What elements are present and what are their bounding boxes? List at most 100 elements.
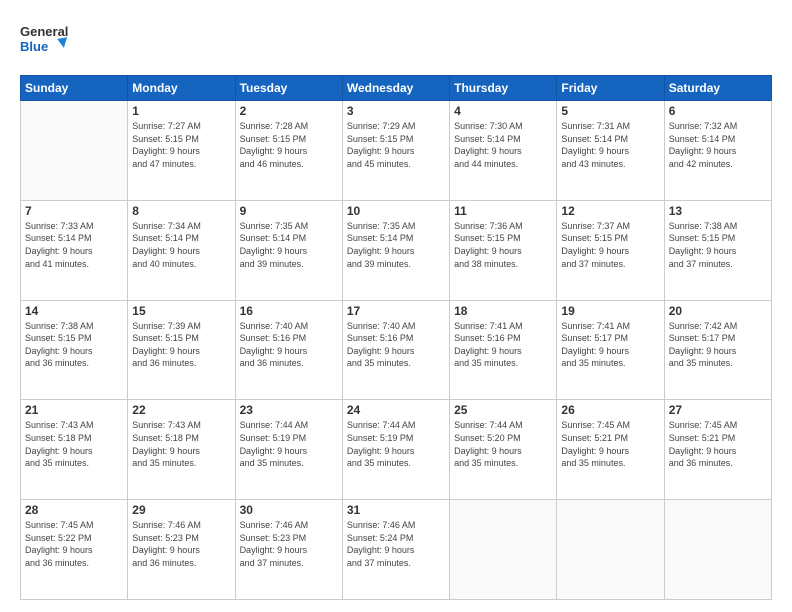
day-info: Sunrise: 7:44 AM Sunset: 5:20 PM Dayligh… (454, 419, 552, 469)
calendar-cell: 18Sunrise: 7:41 AM Sunset: 5:16 PM Dayli… (450, 300, 557, 400)
calendar-cell: 6 Sunrise: 7:32 AM Sunset: 5:14 PM Daylig… (664, 101, 771, 201)
calendar-cell: 22 Sunrise: 7:43 AM Sunset: 5:18 PM Dayli… (128, 400, 235, 500)
page: General Blue SundayMondayTuesdayWednesda… (0, 0, 792, 612)
calendar-cell: 25 Sunrise: 7:44 AM Sunset: 5:20 PM Dayli… (450, 400, 557, 500)
day-info: Sunrise: 7:46 AM Sunset: 5:23 PM Dayligh… (132, 519, 230, 569)
day-info: Sunrise: 7:37 AM Sunset: 5:15 PM Dayligh… (561, 220, 659, 270)
calendar-cell (21, 101, 128, 201)
day-info: Sunrise: 7:41 AM Sunset: 5:16 PM Dayligh… (454, 320, 552, 370)
day-info: Sunrise: 7:40 AM Sunset: 5:16 PM Dayligh… (240, 320, 338, 370)
day-number: 30 (240, 503, 338, 517)
day-number: 9 (240, 204, 338, 218)
calendar-cell: 10 Sunrise: 7:35 AM Sunset: 5:14 PM Dayli… (342, 200, 449, 300)
day-number: 2 (240, 104, 338, 118)
day-number: 24 (347, 403, 445, 417)
calendar-cell: 12Sunrise: 7:37 AM Sunset: 5:15 PM Dayli… (557, 200, 664, 300)
day-info: Sunrise: 7:28 AM Sunset: 5:15 PM Dayligh… (240, 120, 338, 170)
day-number: 22 (132, 403, 230, 417)
calendar-cell: 9 Sunrise: 7:35 AM Sunset: 5:14 PM Daylig… (235, 200, 342, 300)
weekday-header: Wednesday (342, 76, 449, 101)
day-info: Sunrise: 7:35 AM Sunset: 5:14 PM Dayligh… (347, 220, 445, 270)
calendar-cell: 14 Sunrise: 7:38 AM Sunset: 5:15 PM Dayli… (21, 300, 128, 400)
day-number: 31 (347, 503, 445, 517)
day-number: 28 (25, 503, 123, 517)
day-number: 8 (132, 204, 230, 218)
calendar-cell: 20 Sunrise: 7:42 AM Sunset: 5:17 PM Dayli… (664, 300, 771, 400)
header: General Blue (20, 18, 772, 67)
day-number: 11 (454, 204, 552, 218)
weekday-header: Monday (128, 76, 235, 101)
day-info: Sunrise: 7:38 AM Sunset: 5:15 PM Dayligh… (669, 220, 767, 270)
day-number: 29 (132, 503, 230, 517)
calendar-cell: 1Sunrise: 7:27 AM Sunset: 5:15 PM Daylig… (128, 101, 235, 201)
calendar-cell: 4 Sunrise: 7:30 AM Sunset: 5:14 PM Daylig… (450, 101, 557, 201)
calendar-week-row: 7Sunrise: 7:33 AM Sunset: 5:14 PM Daylig… (21, 200, 772, 300)
calendar-cell: 5 Sunrise: 7:31 AM Sunset: 5:14 PM Daylig… (557, 101, 664, 201)
day-info: Sunrise: 7:43 AM Sunset: 5:18 PM Dayligh… (25, 419, 123, 469)
day-info: Sunrise: 7:42 AM Sunset: 5:17 PM Dayligh… (669, 320, 767, 370)
logo-block: General Blue (20, 18, 72, 67)
logo: General Blue (20, 18, 72, 67)
day-info: Sunrise: 7:45 AM Sunset: 5:21 PM Dayligh… (561, 419, 659, 469)
calendar-cell: 16 Sunrise: 7:40 AM Sunset: 5:16 PM Dayli… (235, 300, 342, 400)
calendar-header-row: SundayMondayTuesdayWednesdayThursdayFrid… (21, 76, 772, 101)
day-info: Sunrise: 7:32 AM Sunset: 5:14 PM Dayligh… (669, 120, 767, 170)
weekday-header: Friday (557, 76, 664, 101)
weekday-header: Thursday (450, 76, 557, 101)
day-number: 16 (240, 304, 338, 318)
calendar-cell: 13 Sunrise: 7:38 AM Sunset: 5:15 PM Dayli… (664, 200, 771, 300)
day-number: 19 (561, 304, 659, 318)
calendar-table: SundayMondayTuesdayWednesdayThursdayFrid… (20, 75, 772, 600)
day-number: 14 (25, 304, 123, 318)
day-info: Sunrise: 7:27 AM Sunset: 5:15 PM Dayligh… (132, 120, 230, 170)
day-number: 25 (454, 403, 552, 417)
calendar-cell: 29 Sunrise: 7:46 AM Sunset: 5:23 PM Dayli… (128, 500, 235, 600)
day-info: Sunrise: 7:43 AM Sunset: 5:18 PM Dayligh… (132, 419, 230, 469)
calendar-cell: 2 Sunrise: 7:28 AM Sunset: 5:15 PM Daylig… (235, 101, 342, 201)
day-number: 5 (561, 104, 659, 118)
logo-svg: General Blue (20, 18, 72, 62)
weekday-header: Sunday (21, 76, 128, 101)
calendar-cell: 30 Sunrise: 7:46 AM Sunset: 5:23 PM Dayli… (235, 500, 342, 600)
calendar-cell: 24 Sunrise: 7:44 AM Sunset: 5:19 PM Dayli… (342, 400, 449, 500)
day-number: 20 (669, 304, 767, 318)
calendar-cell: 26 Sunrise: 7:45 AM Sunset: 5:21 PM Dayli… (557, 400, 664, 500)
calendar-week-row: 14 Sunrise: 7:38 AM Sunset: 5:15 PM Dayli… (21, 300, 772, 400)
day-number: 3 (347, 104, 445, 118)
calendar-cell: 21Sunrise: 7:43 AM Sunset: 5:18 PM Dayli… (21, 400, 128, 500)
day-number: 7 (25, 204, 123, 218)
calendar-cell (450, 500, 557, 600)
calendar-cell: 31 Sunrise: 7:46 AM Sunset: 5:24 PM Dayli… (342, 500, 449, 600)
day-number: 23 (240, 403, 338, 417)
day-info: Sunrise: 7:36 AM Sunset: 5:15 PM Dayligh… (454, 220, 552, 270)
day-info: Sunrise: 7:38 AM Sunset: 5:15 PM Dayligh… (25, 320, 123, 370)
calendar-cell: 15Sunrise: 7:39 AM Sunset: 5:15 PM Dayli… (128, 300, 235, 400)
calendar-cell: 8Sunrise: 7:34 AM Sunset: 5:14 PM Daylig… (128, 200, 235, 300)
calendar-cell: 23Sunrise: 7:44 AM Sunset: 5:19 PM Dayli… (235, 400, 342, 500)
day-info: Sunrise: 7:35 AM Sunset: 5:14 PM Dayligh… (240, 220, 338, 270)
day-info: Sunrise: 7:40 AM Sunset: 5:16 PM Dayligh… (347, 320, 445, 370)
day-info: Sunrise: 7:41 AM Sunset: 5:17 PM Dayligh… (561, 320, 659, 370)
day-info: Sunrise: 7:44 AM Sunset: 5:19 PM Dayligh… (347, 419, 445, 469)
day-number: 15 (132, 304, 230, 318)
day-info: Sunrise: 7:46 AM Sunset: 5:23 PM Dayligh… (240, 519, 338, 569)
svg-text:Blue: Blue (20, 39, 48, 54)
calendar-week-row: 21Sunrise: 7:43 AM Sunset: 5:18 PM Dayli… (21, 400, 772, 500)
day-info: Sunrise: 7:46 AM Sunset: 5:24 PM Dayligh… (347, 519, 445, 569)
calendar-cell: 3 Sunrise: 7:29 AM Sunset: 5:15 PM Daylig… (342, 101, 449, 201)
calendar-week-row: 1Sunrise: 7:27 AM Sunset: 5:15 PM Daylig… (21, 101, 772, 201)
day-number: 17 (347, 304, 445, 318)
day-number: 4 (454, 104, 552, 118)
calendar-cell (557, 500, 664, 600)
weekday-header: Saturday (664, 76, 771, 101)
calendar-cell: 7Sunrise: 7:33 AM Sunset: 5:14 PM Daylig… (21, 200, 128, 300)
day-number: 10 (347, 204, 445, 218)
day-info: Sunrise: 7:30 AM Sunset: 5:14 PM Dayligh… (454, 120, 552, 170)
calendar-cell: 27Sunrise: 7:45 AM Sunset: 5:21 PM Dayli… (664, 400, 771, 500)
day-info: Sunrise: 7:31 AM Sunset: 5:14 PM Dayligh… (561, 120, 659, 170)
day-number: 13 (669, 204, 767, 218)
day-number: 6 (669, 104, 767, 118)
day-info: Sunrise: 7:29 AM Sunset: 5:15 PM Dayligh… (347, 120, 445, 170)
day-number: 26 (561, 403, 659, 417)
day-info: Sunrise: 7:45 AM Sunset: 5:21 PM Dayligh… (669, 419, 767, 469)
